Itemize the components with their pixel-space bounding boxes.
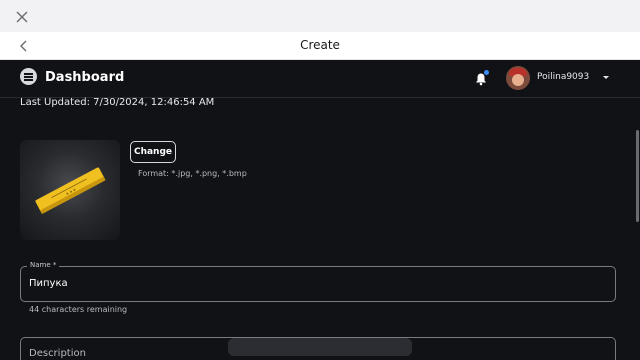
nav-title: Create (300, 38, 340, 52)
app-header: Dashboard Poilina9093 (0, 60, 640, 98)
name-field[interactable] (20, 266, 616, 302)
menu-icon[interactable] (20, 68, 37, 85)
change-image-button[interactable]: Change (130, 141, 176, 163)
username-label[interactable]: Poilina9093 (537, 72, 589, 82)
description-label: Description (29, 348, 86, 359)
last-updated-text: Last Updated: 7/30/2024, 12:46:54 AM (20, 97, 215, 108)
avatar[interactable] (506, 66, 530, 90)
name-value[interactable]: Пипука (29, 278, 68, 289)
format-hint: Format: *.jpg, *.png, *.bmp (138, 169, 247, 178)
name-label: Name * (27, 261, 60, 269)
page-title: Dashboard (45, 70, 125, 85)
window-chrome (0, 0, 640, 32)
close-icon[interactable] (14, 9, 30, 25)
nav-bar: Create (0, 32, 640, 60)
characters-remaining: 44 characters remaining (29, 305, 128, 314)
caret-down-icon[interactable] (603, 76, 609, 79)
notification-dot (484, 70, 489, 75)
home-indicator (228, 338, 412, 356)
scrollbar[interactable] (636, 130, 639, 222)
item-thumbnail (20, 140, 120, 240)
